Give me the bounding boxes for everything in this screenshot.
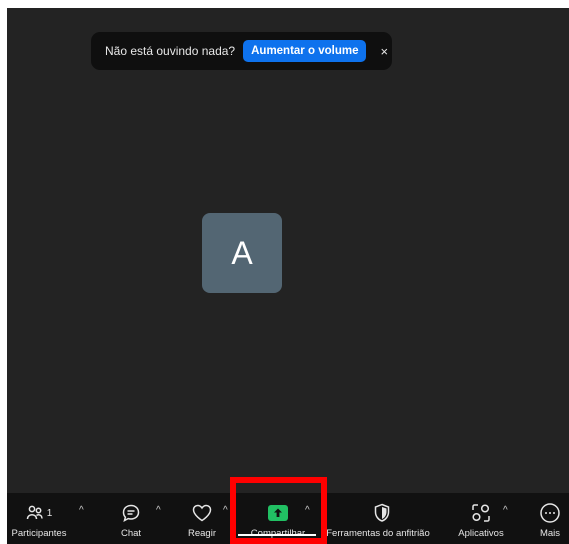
chat-button[interactable]: Chat (110, 493, 152, 544)
more-icon (539, 502, 561, 524)
close-icon[interactable]: × (380, 44, 388, 59)
participants-label: Participantes (11, 528, 67, 539)
host-tools-label: Ferramentas do anfitrião (326, 528, 430, 539)
participants-options-caret[interactable]: ^ (79, 505, 84, 516)
shield-icon (373, 502, 391, 524)
chat-label: Chat (120, 528, 142, 539)
participant-avatar: A (202, 213, 282, 293)
apps-button[interactable]: Aplicativos (453, 493, 509, 544)
host-tools-button[interactable]: Ferramentas do anfitrião (321, 493, 443, 544)
react-button[interactable]: Reagir (179, 493, 225, 544)
volume-notification: Não está ouvindo nada? Aumentar o volume… (91, 32, 392, 70)
apps-options-caret[interactable]: ^ (503, 505, 508, 516)
meeting-window: Não está ouvindo nada? Aumentar o volume… (7, 8, 569, 544)
react-options-caret[interactable]: ^ (223, 505, 228, 516)
more-label: Mais (539, 528, 561, 539)
notification-text: Não está ouvindo nada? (105, 44, 236, 58)
chat-icon (121, 502, 141, 524)
highlight-annotation-box (230, 477, 327, 544)
heart-icon (191, 502, 213, 524)
apps-icon (470, 502, 492, 524)
react-label: Reagir (188, 528, 216, 539)
more-button[interactable]: Mais (533, 493, 567, 544)
apps-label: Aplicativos (458, 528, 504, 539)
participants-button[interactable]: 1 Participantes (7, 493, 71, 544)
chat-options-caret[interactable]: ^ (156, 505, 161, 516)
participants-icon: 1 (26, 502, 53, 524)
increase-volume-button[interactable]: Aumentar o volume (243, 40, 367, 62)
participants-count: 1 (46, 507, 53, 519)
